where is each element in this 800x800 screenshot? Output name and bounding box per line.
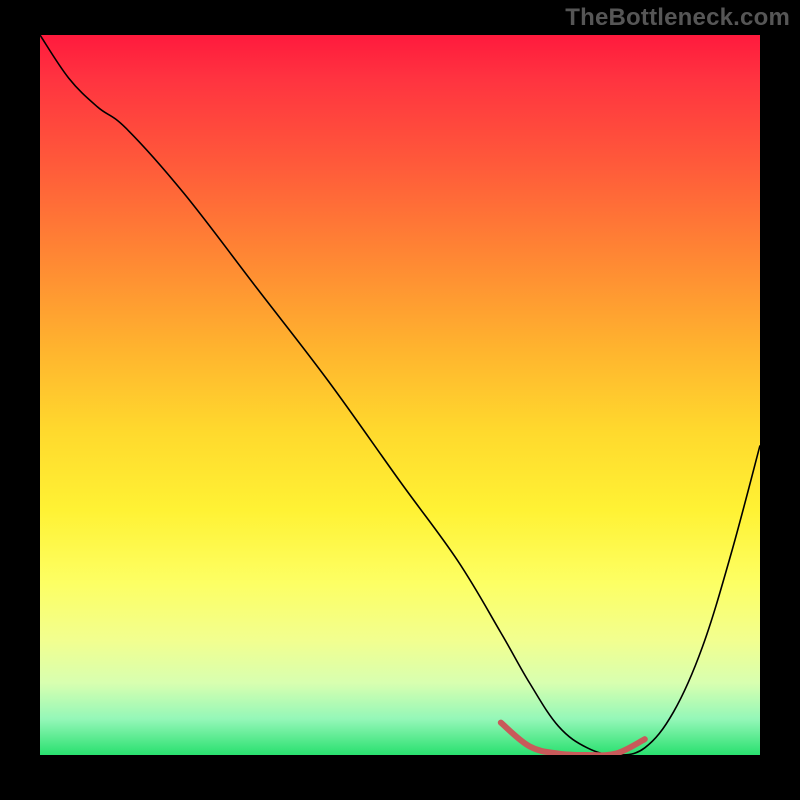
watermark-text: TheBottleneck.com [565, 4, 790, 32]
chart-svg [40, 35, 760, 755]
bottleneck-curve [40, 35, 760, 755]
chart-frame: TheBottleneck.com [0, 0, 800, 800]
plot-area [40, 35, 760, 755]
